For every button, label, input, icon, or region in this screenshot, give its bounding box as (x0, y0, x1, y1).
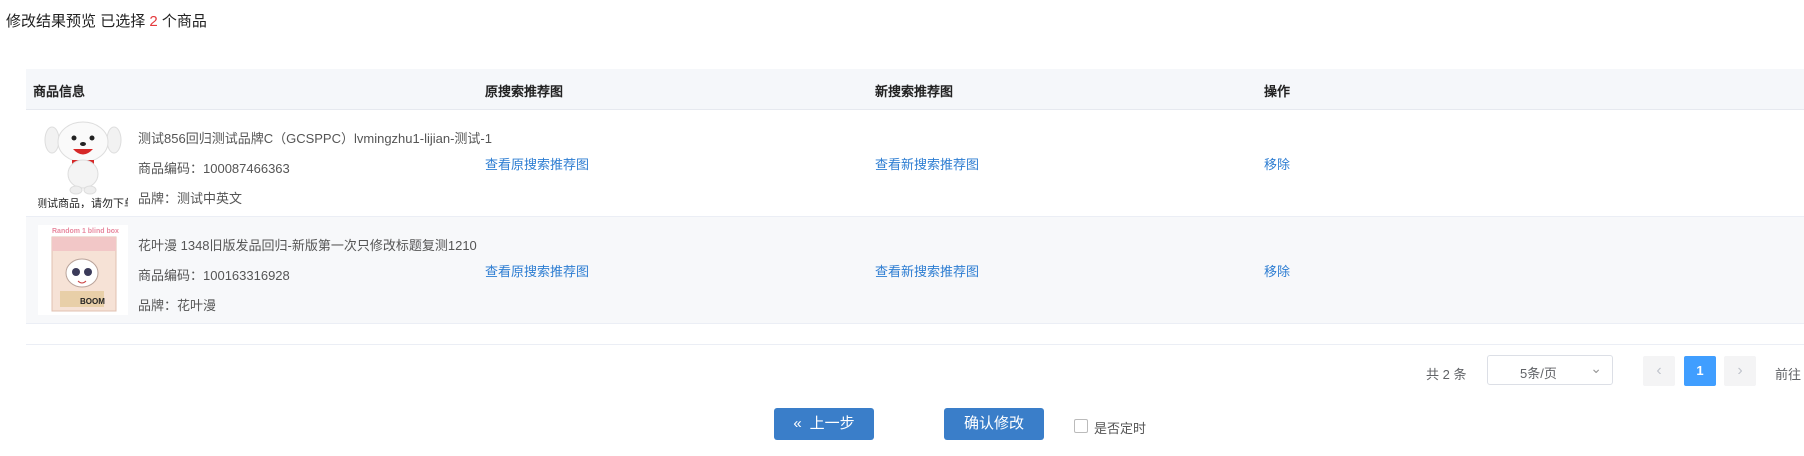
thumbnail-caption-boom: BOOM (80, 297, 105, 306)
product-code: 商品编码：100087466363 (138, 161, 290, 176)
view-original-image-link[interactable]: 查看原搜索推荐图 (485, 261, 589, 280)
pagination-total: 共 2 条 (1426, 367, 1467, 382)
view-new-image-link[interactable]: 查看新搜索推荐图 (875, 261, 979, 280)
confirm-button[interactable]: 确认修改 (944, 408, 1044, 440)
chevron-down-icon: ⌄ (1590, 360, 1602, 376)
page-size-value: 5条/页 (1520, 366, 1557, 381)
prev-step-button[interactable]: « 上一步 (774, 408, 874, 440)
product-brand: 品牌：测试中英文 (138, 191, 243, 206)
title-text: 修改结果预览 (6, 13, 97, 30)
product-thumbnail: 测试商品，请勿下单 (38, 118, 128, 208)
selected-suffix: 个商品 (161, 13, 207, 30)
schedule-checkbox[interactable] (1074, 419, 1088, 433)
product-name: 测试856回归测试品牌C（GCSPPC）lvmingzhu1-lijian-测试… (138, 131, 492, 146)
next-page-button[interactable]: › (1724, 356, 1756, 386)
divider (26, 344, 1804, 345)
col-new-image: 新搜索推荐图 (875, 84, 954, 99)
schedule-label: 是否定时 (1094, 421, 1147, 436)
product-code: 商品编码：100163316928 (138, 268, 290, 283)
page-title: 修改结果预览 已选择 2 个商品 (6, 10, 207, 31)
double-chevron-left-icon: « (793, 415, 802, 432)
product-name: 花叶漫 1348旧版发品回归-新版第一次只修改标题复测1210 (138, 238, 477, 253)
table-header: 商品信息 原搜索推荐图 新搜索推荐图 操作 (26, 69, 1804, 110)
view-original-image-link[interactable]: 查看原搜索推荐图 (485, 154, 589, 173)
page-size-select[interactable]: 5条/页 ⌄ (1487, 355, 1613, 385)
col-original-image: 原搜索推荐图 (485, 84, 564, 99)
table-row: Random 1 blind box BOOM 花叶漫 1348旧版发品回归-新… (26, 217, 1804, 324)
product-table: 商品信息 原搜索推荐图 新搜索推荐图 操作 测试商品，请勿下单 测试856回归测… (26, 69, 1804, 324)
view-new-image-link[interactable]: 查看新搜索推荐图 (875, 154, 979, 173)
page-1-button[interactable]: 1 (1684, 356, 1716, 386)
prev-page-button[interactable]: ‹ (1643, 356, 1675, 386)
chevron-right-icon: › (1737, 362, 1743, 379)
chevron-left-icon: ‹ (1656, 362, 1662, 379)
product-info: 测试856回归测试品牌C（GCSPPC）lvmingzhu1-lijian-测试… (138, 124, 492, 214)
table-row: 测试商品，请勿下单 测试856回归测试品牌C（GCSPPC）lvmingzhu1… (26, 110, 1804, 217)
confirm-label: 确认修改 (963, 415, 1024, 432)
selected-count: 2 (149, 13, 158, 30)
col-product-info: 商品信息 (33, 84, 86, 99)
selected-prefix: 已选择 (100, 13, 146, 30)
col-action: 操作 (1264, 84, 1291, 99)
remove-link[interactable]: 移除 (1264, 261, 1290, 280)
thumbnail-caption: Random 1 blind box (52, 228, 119, 235)
goto-label: 前往 (1775, 367, 1802, 382)
remove-link[interactable]: 移除 (1264, 154, 1290, 173)
thumbnail-caption: 测试商品，请勿下单 (38, 198, 128, 208)
product-info: 花叶漫 1348旧版发品回归-新版第一次只修改标题复测1210 商品编码：100… (138, 231, 477, 321)
product-brand: 品牌：花叶漫 (138, 298, 217, 313)
prev-step-label: 上一步 (809, 415, 855, 432)
product-thumbnail: Random 1 blind box BOOM (38, 225, 128, 315)
